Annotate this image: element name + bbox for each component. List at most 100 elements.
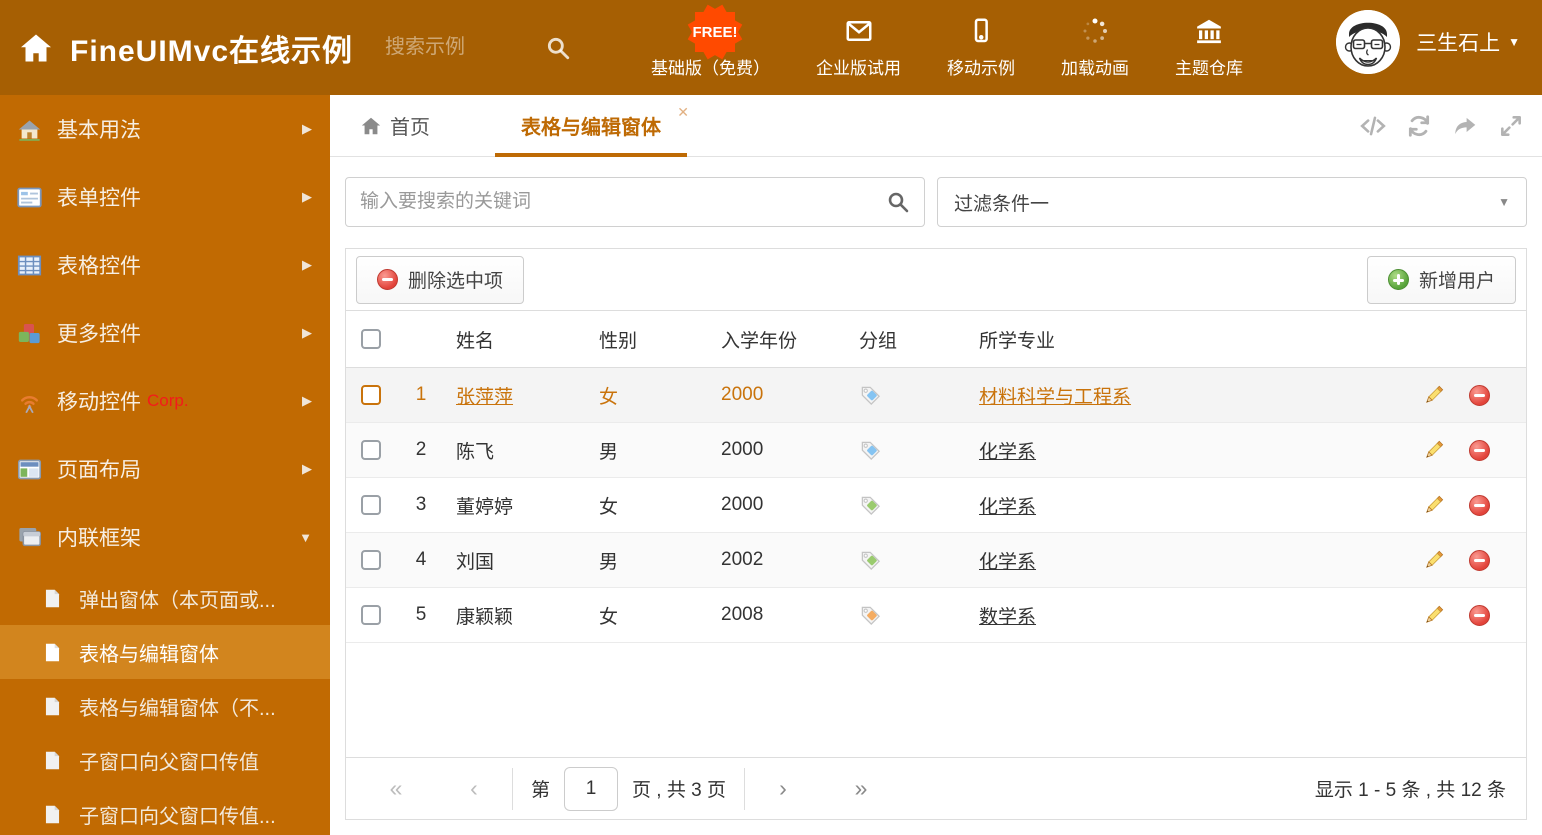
sidebar-item-form-controls[interactable]: 表单控件 ▶	[0, 163, 330, 231]
sidebar-subitem-label: 子窗口向父窗口传值	[79, 751, 259, 774]
row-checkbox[interactable]	[361, 385, 381, 405]
delete-row-icon[interactable]	[1469, 439, 1490, 461]
edit-pencil-icon[interactable]	[1422, 549, 1445, 572]
sidebar-subitem-label: 子窗口向父窗口传值...	[79, 805, 276, 828]
select-all-checkbox[interactable]	[361, 329, 381, 349]
column-header-gender[interactable]: 性别	[584, 326, 706, 353]
major-link[interactable]: 化学系	[979, 497, 1036, 518]
table-row[interactable]: 1 张萍萍 女 2000 材料科学与工程系	[346, 368, 1526, 423]
tab-close-icon[interactable]: ✕	[677, 104, 689, 121]
sidebar-item-more-controls[interactable]: 更多控件 ▶	[0, 299, 330, 367]
file-icon	[45, 805, 60, 823]
column-header-group[interactable]: 分组	[844, 326, 964, 353]
add-user-button[interactable]: 新增用户	[1366, 255, 1516, 304]
expand-right-icon: ▶	[302, 325, 312, 340]
sidebar-item-label: 表单控件	[57, 187, 141, 210]
sidebar-subitem-child-to-parent[interactable]: 子窗口向父窗口传值	[0, 733, 330, 787]
sidebar-item-label: 基本用法	[57, 119, 141, 142]
nav-label: 移动示例	[947, 59, 1016, 78]
table-row[interactable]: 3 董婷婷 女 2000 化学系	[346, 478, 1526, 533]
name-link[interactable]: 陈飞	[456, 442, 494, 463]
major-link[interactable]: 化学系	[979, 442, 1036, 463]
sidebar-subitem-popup-window[interactable]: 弹出窗体（本页面或...	[0, 571, 330, 625]
expand-right-icon: ▶	[302, 393, 312, 408]
delete-row-icon[interactable]	[1469, 494, 1490, 516]
sidebar-item-iframe[interactable]: 内联框架 ▼	[0, 503, 330, 571]
edit-pencil-icon[interactable]	[1422, 384, 1445, 407]
nav-item-theme-repo[interactable]: 主题仓库	[1175, 16, 1243, 79]
row-checkbox[interactable]	[361, 495, 381, 515]
refresh-icon[interactable]	[1406, 113, 1432, 139]
table-row[interactable]: 2 陈飞 男 2000 化学系	[346, 423, 1526, 478]
row-checkbox[interactable]	[361, 550, 381, 570]
table-icon	[17, 255, 42, 275]
filter-condition-dropdown[interactable]: 过滤条件一 ▼	[937, 177, 1527, 227]
brand[interactable]: FineUIMvc在线示例	[0, 26, 353, 70]
edit-pencil-icon[interactable]	[1422, 439, 1445, 462]
mail-icon	[846, 21, 872, 41]
sidebar-item-mobile-controls[interactable]: 移动控件 Corp. ▶	[0, 367, 330, 435]
delete-selected-button[interactable]: 删除选中项	[356, 255, 525, 304]
major-link[interactable]: 数学系	[979, 607, 1036, 628]
row-checkbox[interactable]	[361, 605, 381, 625]
row-number: 1	[415, 384, 427, 405]
tab-home[interactable]: 首页	[360, 95, 430, 156]
column-header-name[interactable]: 姓名	[441, 326, 584, 353]
edit-pencil-icon[interactable]	[1422, 604, 1445, 627]
sidebar-item-label: 移动控件	[57, 391, 141, 414]
row-number: 5	[415, 604, 427, 625]
row-number: 2	[415, 439, 427, 460]
sidebar-item-page-layout[interactable]: 页面布局 ▶	[0, 435, 330, 503]
source-code-icon[interactable]	[1360, 113, 1386, 139]
keyword-search-box[interactable]	[345, 177, 925, 227]
delete-row-icon[interactable]	[1469, 604, 1490, 626]
page-number-input[interactable]	[564, 766, 619, 811]
grid-panel: 删除选中项 新增用户 姓名 性别 入学年份 分组 所学专业 1 张萍萍 女 20…	[345, 248, 1527, 820]
sidebar-item-label: 表格控件	[57, 255, 141, 278]
page-suffix: 页 , 共 3 页	[632, 780, 726, 801]
sidebar-item-grid-controls[interactable]: 表格控件 ▶	[0, 231, 330, 299]
share-icon[interactable]	[1452, 113, 1478, 139]
keyword-search-input[interactable]	[360, 191, 886, 213]
table-row[interactable]: 5 康颖颖 女 2008 数学系	[346, 588, 1526, 643]
tab-grid-edit-window[interactable]: 表格与编辑窗体 ✕	[495, 95, 689, 157]
search-icon[interactable]	[545, 35, 571, 61]
sidebar-subitem-grid-edit-window-2[interactable]: 表格与编辑窗体（不...	[0, 679, 330, 733]
nav-item-loading-animation[interactable]: 加载动画	[1061, 16, 1129, 79]
delete-row-icon[interactable]	[1469, 549, 1490, 571]
first-page-icon[interactable]: «	[376, 775, 416, 802]
row-checkbox[interactable]	[361, 440, 381, 460]
expand-right-icon: ▶	[302, 257, 312, 272]
delete-row-icon[interactable]	[1469, 384, 1490, 406]
file-icon	[45, 643, 60, 661]
next-page-icon[interactable]: ›	[763, 775, 803, 802]
name-link[interactable]: 董婷婷	[456, 497, 513, 518]
name-link[interactable]: 刘国	[456, 552, 494, 573]
column-header-major[interactable]: 所学专业	[964, 326, 1408, 353]
sidebar-subitem-grid-edit-window[interactable]: 表格与编辑窗体	[0, 625, 330, 679]
sidebar-subitem-label: 表格与编辑窗体	[79, 643, 219, 666]
tag-icon	[861, 496, 881, 515]
nav-item-enterprise-trial[interactable]: 企业版试用	[816, 16, 901, 79]
top-header: FineUIMvc在线示例 FREE! 基础版（免费）	[0, 0, 1542, 95]
sidebar-item-basic-usage[interactable]: 基本用法 ▶	[0, 95, 330, 163]
tag-icon	[861, 386, 881, 405]
pager-divider	[743, 767, 745, 810]
column-header-year[interactable]: 入学年份	[706, 326, 844, 353]
major-link[interactable]: 化学系	[979, 552, 1036, 573]
major-link[interactable]: 材料科学与工程系	[979, 387, 1131, 408]
fullscreen-icon[interactable]	[1498, 113, 1524, 139]
user-menu[interactable]: 三生石上 ▼	[1336, 10, 1520, 74]
search-icon[interactable]	[886, 190, 910, 214]
sidebar-subitem-child-to-parent-2[interactable]: 子窗口向父窗口传值...	[0, 787, 330, 835]
name-link[interactable]: 张萍萍	[456, 387, 513, 408]
table-row[interactable]: 4 刘国 男 2002 化学系	[346, 533, 1526, 588]
filter-row: 过滤条件一 ▼	[345, 177, 1527, 227]
name-link[interactable]: 康颖颖	[456, 607, 513, 628]
last-page-icon[interactable]: »	[841, 775, 881, 802]
header-search-input[interactable]	[385, 36, 536, 59]
prev-page-icon[interactable]: ‹	[454, 775, 494, 802]
record-count-summary: 显示 1 - 5 条 , 共 12 条	[1314, 780, 1506, 801]
nav-item-mobile-demo[interactable]: 移动示例	[947, 16, 1015, 79]
edit-pencil-icon[interactable]	[1422, 494, 1445, 517]
